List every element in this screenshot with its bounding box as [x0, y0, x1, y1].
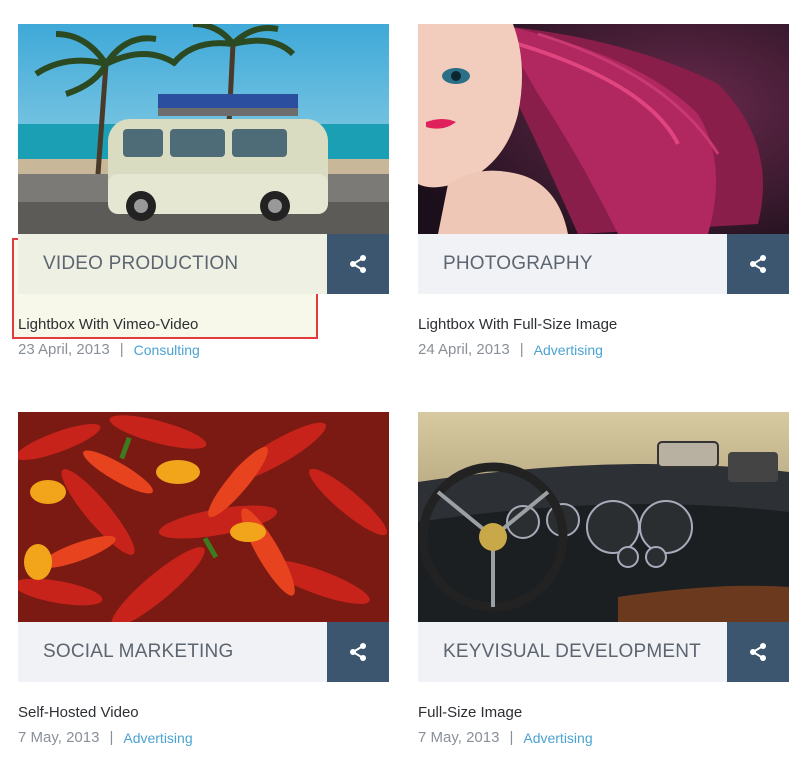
- share-button[interactable]: [327, 622, 389, 682]
- meta-separator: |: [109, 729, 114, 746]
- meta-separator: |: [519, 341, 524, 358]
- category-label[interactable]: VIDEO PRODUCTION: [18, 234, 327, 294]
- card-image[interactable]: [18, 24, 389, 234]
- share-icon: [350, 643, 366, 661]
- card-tag-link[interactable]: Advertising: [523, 730, 592, 746]
- card-date: 23 April, 2013: [18, 341, 110, 358]
- card-meta: 24 April, 2013 | Advertising: [418, 341, 789, 358]
- vw-bus-beach-photo: [18, 24, 389, 234]
- portfolio-card[interactable]: PHOTOGRAPHY Lightbox With Full-Size Imag…: [418, 24, 789, 358]
- share-icon: [350, 255, 366, 273]
- meta-separator: |: [119, 341, 124, 358]
- card-title[interactable]: Full-Size Image: [418, 704, 789, 721]
- card-image[interactable]: [418, 412, 789, 622]
- card-tag-link[interactable]: Consulting: [134, 342, 200, 358]
- card-date: 24 April, 2013: [418, 341, 510, 358]
- card-meta: 23 April, 2013 | Consulting: [18, 341, 389, 358]
- share-button[interactable]: [727, 622, 789, 682]
- card-title[interactable]: Self-Hosted Video: [18, 704, 389, 721]
- portfolio-card[interactable]: KEYVISUAL DEVELOPMENT Full-Size Image 7 …: [418, 412, 789, 746]
- portfolio-card[interactable]: SOCIAL MARKETING Self-Hosted Video 7 May…: [18, 412, 389, 746]
- car-dashboard-photo: [418, 412, 789, 622]
- card-meta: 7 May, 2013 | Advertising: [418, 729, 789, 746]
- portfolio-card[interactable]: VIDEO PRODUCTION Lightbox With Vimeo-Vid…: [18, 24, 389, 358]
- card-date: 7 May, 2013: [18, 729, 100, 746]
- card-title[interactable]: Lightbox With Vimeo-Video: [18, 316, 389, 333]
- share-button[interactable]: [327, 234, 389, 294]
- card-image[interactable]: [18, 412, 389, 622]
- share-icon: [750, 255, 766, 273]
- red-chili-peppers-photo: [18, 412, 389, 622]
- card-title[interactable]: Lightbox With Full-Size Image: [418, 316, 789, 333]
- category-label[interactable]: SOCIAL MARKETING: [18, 622, 327, 682]
- category-label[interactable]: PHOTOGRAPHY: [418, 234, 727, 294]
- card-tag-link[interactable]: Advertising: [534, 342, 603, 358]
- card-image[interactable]: [418, 24, 789, 234]
- share-button[interactable]: [727, 234, 789, 294]
- category-label[interactable]: KEYVISUAL DEVELOPMENT: [418, 622, 727, 682]
- card-date: 7 May, 2013: [418, 729, 500, 746]
- meta-separator: |: [509, 729, 514, 746]
- share-icon: [750, 643, 766, 661]
- card-tag-link[interactable]: Advertising: [123, 730, 192, 746]
- card-meta: 7 May, 2013 | Advertising: [18, 729, 389, 746]
- red-hair-woman-photo: [418, 24, 789, 234]
